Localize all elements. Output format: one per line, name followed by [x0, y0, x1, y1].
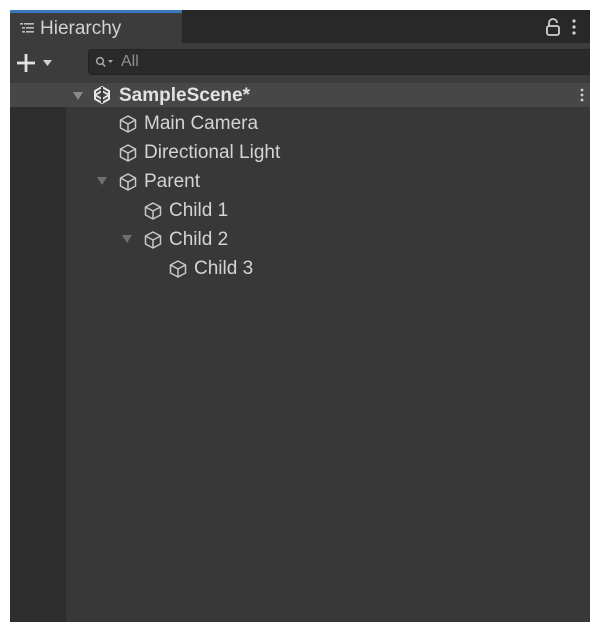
tab-bar: Hierarchy — [10, 10, 590, 43]
tree-item-label: Parent — [144, 171, 200, 192]
gameobject-cube-icon — [117, 171, 139, 193]
search-icon — [95, 54, 117, 70]
foldout-expanded-icon[interactable] — [97, 176, 107, 186]
foldout-expanded-icon[interactable] — [73, 91, 83, 101]
tree-item-child-2[interactable]: Child 2 — [142, 225, 228, 254]
scene-row[interactable]: SampleScene* — [10, 83, 590, 107]
gameobject-cube-icon — [142, 200, 164, 222]
tree-item-directional-light[interactable]: Directional Light — [117, 138, 280, 167]
tree-item-parent[interactable]: Parent — [117, 167, 200, 196]
tree-item-label: Directional Light — [144, 142, 281, 163]
tree-item-label: Child 1 — [169, 200, 229, 221]
search-field[interactable] — [88, 49, 590, 75]
tree-item-child-3[interactable]: Child 3 — [167, 254, 253, 283]
gameobject-cube-icon — [117, 142, 139, 164]
gameobject-cube-icon — [117, 113, 139, 135]
tree-item-main-camera[interactable]: Main Camera — [117, 109, 258, 138]
tree-gutter — [10, 83, 66, 622]
foldout-expanded-icon[interactable] — [122, 234, 132, 244]
unity-scene-icon — [91, 84, 113, 106]
kebab-menu-icon[interactable] — [569, 17, 579, 37]
scene-name: SampleScene* — [119, 85, 250, 106]
hierarchy-tree: SampleScene* Main Camera Directional Lig… — [10, 83, 590, 622]
tree-item-label: Child 3 — [194, 258, 254, 279]
gameobject-cube-icon — [142, 229, 164, 251]
lock-icon[interactable] — [545, 16, 561, 38]
hierarchy-toolbar — [10, 43, 590, 83]
hierarchy-window: Hierarchy All SampleScene* Main Camera D… — [10, 10, 590, 622]
triangle-down-icon — [43, 60, 52, 66]
gameobject-cube-icon — [167, 258, 189, 280]
tree-item-label: Main Camera — [144, 113, 259, 134]
tab-title: Hierarchy — [40, 18, 122, 39]
create-dropdown-button[interactable] — [16, 50, 68, 76]
search-input[interactable] — [121, 53, 541, 71]
plus-icon — [16, 53, 36, 73]
scene-kebab-menu-icon[interactable] — [578, 86, 586, 104]
tree-item-label: Child 2 — [169, 229, 229, 250]
hierarchy-list-icon — [19, 20, 35, 36]
tree-item-child-1[interactable]: Child 1 — [142, 196, 228, 225]
tab-hierarchy[interactable]: Hierarchy — [10, 10, 182, 43]
